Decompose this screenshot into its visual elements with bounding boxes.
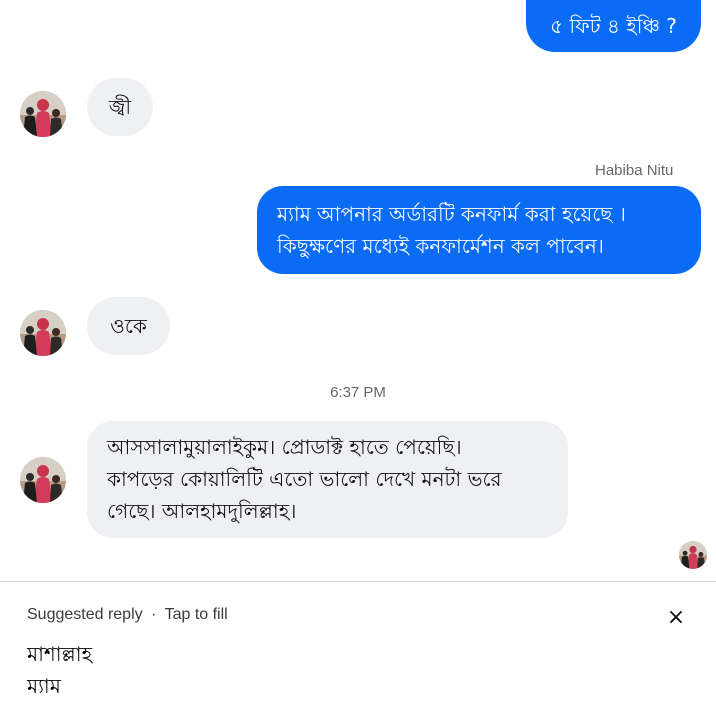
suggestion-divider [0, 581, 716, 582]
avatar-photo-icon [20, 310, 66, 356]
message-text-line: কিছুক্ষণের মধ্যেই কনফার্মেশন কল পাবেন। [277, 234, 604, 258]
tap-to-fill-label: Tap to fill [164, 606, 228, 623]
received-message-bubble[interactable]: আসসালামুয়ালাইকুম। প্রোডাক্ট হাতে পেয়েছ… [87, 421, 568, 538]
separator-dot: · [151, 606, 157, 623]
avatar-photo-icon [679, 541, 707, 569]
message-text: ওকে [110, 314, 147, 338]
sent-message-bubble[interactable]: ৫ ফিট ৪ ইঞ্চি ? [526, 0, 701, 52]
received-message-bubble[interactable]: জ্বী [87, 78, 153, 136]
message-text: ৫ ফিট ৪ ইঞ্চি ? [550, 14, 677, 38]
message-text-line: গেছে। আলহামদুলিল্লাহ। [107, 499, 297, 523]
suggested-reply-line: ম্যাম [27, 674, 61, 698]
received-message-bubble[interactable]: ওকে [87, 297, 170, 355]
message-text-line: আসসালামুয়ালাইকুম। প্রোডাক্ট হাতে পেয়েছ… [107, 435, 462, 459]
suggested-reply-line: মাশাল্লাহ [27, 642, 93, 666]
message-text: জ্বী [108, 95, 132, 119]
contact-avatar[interactable] [20, 310, 66, 356]
avatar-photo-icon [20, 91, 66, 137]
contact-avatar[interactable] [20, 457, 66, 503]
sender-name-label: Habiba Nitu [595, 162, 674, 179]
timestamp: 6:37 PM [330, 384, 386, 401]
message-text-line: কাপড়ের কোয়ালিটি এতো ভালো দেখে মনটা ভরে [107, 467, 502, 491]
close-icon[interactable]: × [664, 606, 688, 630]
contact-avatar[interactable] [20, 91, 66, 137]
avatar-photo-icon [20, 457, 66, 503]
message-text-line: ম্যাম আপনার অর্ডারটি কনফার্ম করা হয়েছে … [277, 202, 626, 226]
suggested-reply-label: Suggested reply [27, 606, 143, 623]
seen-receipt-avatar [679, 541, 707, 569]
suggested-reply-header: Suggested reply · Tap to fill [27, 606, 228, 624]
sent-message-bubble[interactable]: ম্যাম আপনার অর্ডারটি কনফার্ম করা হয়েছে … [257, 186, 701, 274]
